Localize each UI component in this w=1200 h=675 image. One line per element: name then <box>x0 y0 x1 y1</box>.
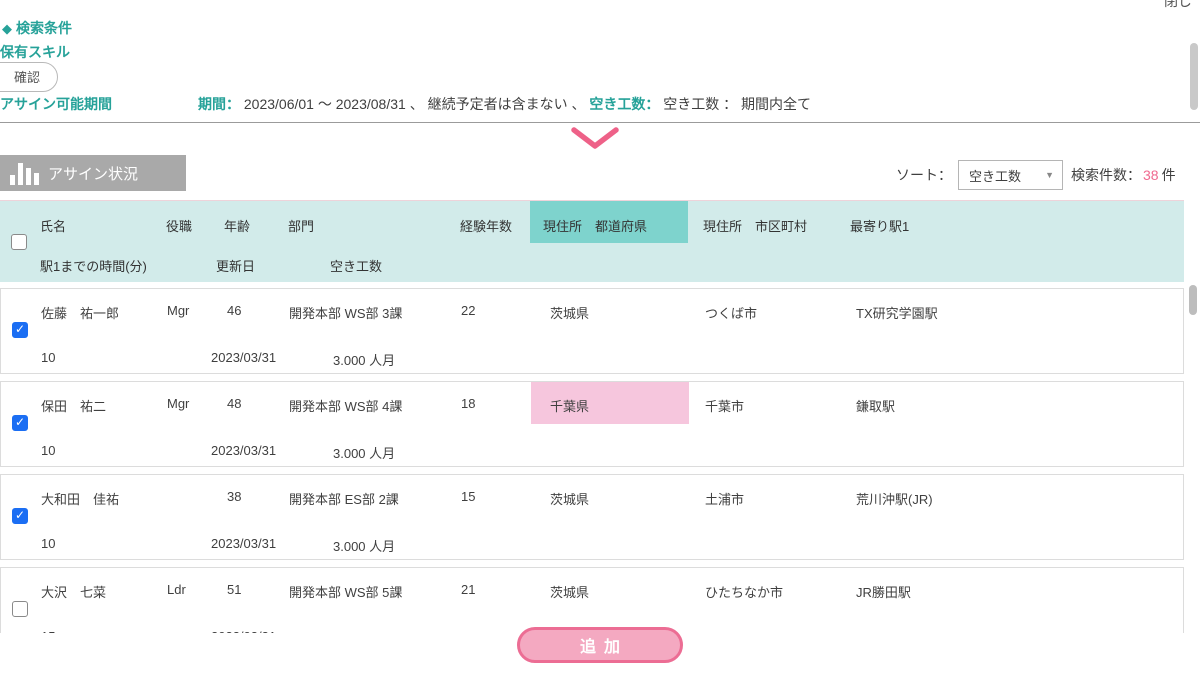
table-rows-viewport: 佐藤 祐一郎 Mgr 46 開発本部 WS部 3課 22 茨城県 つくば市 TX… <box>0 288 1200 633</box>
cell-capacity: 3.000 人月 <box>333 350 395 369</box>
cell-exp: 22 <box>461 303 475 318</box>
cell-capacity: 3.000 人月 <box>333 629 395 633</box>
cell-city: 土浦市 <box>705 489 744 508</box>
cell-age: 48 <box>227 396 241 411</box>
skill-label: 保有スキル <box>0 42 70 62</box>
row-checkbox[interactable] <box>12 601 28 617</box>
cell-role: Mgr <box>167 396 189 411</box>
cell-updated: 2023/03/31 <box>211 350 276 365</box>
assign-status-title: アサイン状況 <box>48 163 138 184</box>
cell-exp: 18 <box>461 396 475 411</box>
cell-exp: 21 <box>461 582 475 597</box>
page-scrollbar-thumb[interactable] <box>1190 43 1198 110</box>
cell-name: 大沢 七菜 <box>41 582 106 601</box>
sort-area: ソート： 空き工数 ▼ 検索件数： 38 件 <box>896 160 1176 190</box>
cell-station: TX研究学園駅 <box>856 303 938 322</box>
cell-name: 保田 祐二 <box>41 396 106 415</box>
cell-time: 10 <box>41 443 55 458</box>
search-conditions-label: 検索条件 <box>16 20 72 36</box>
cell-station: JR勝田駅 <box>856 582 911 601</box>
col-exp: 経験年数 <box>460 216 512 235</box>
cell-updated: 2023/03/31 <box>211 629 276 633</box>
bar-chart-icon <box>10 161 39 185</box>
col-pref: 現住所 都道府県 <box>543 216 647 235</box>
cell-city: つくば市 <box>705 303 757 322</box>
table-row[interactable]: 大和田 佳祐 38 開発本部 ES部 2課 15 茨城県 土浦市 荒川沖駅(JR… <box>0 474 1184 560</box>
add-button[interactable]: 追加 <box>517 627 683 663</box>
result-count-value: 38 <box>1143 167 1159 183</box>
select-all-checkbox[interactable] <box>11 234 27 250</box>
cell-name: 大和田 佳祐 <box>41 489 119 508</box>
row-checkbox[interactable] <box>12 508 28 524</box>
cell-dept: 開発本部 WS部 4課 <box>289 396 402 415</box>
cell-time: 10 <box>41 350 55 365</box>
col-capacity: 空き工数 <box>330 256 382 275</box>
cell-time: 10 <box>41 536 55 551</box>
diamond-icon: ◆ <box>2 21 12 36</box>
cell-updated: 2023/03/31 <box>211 536 276 551</box>
cell-updated: 2023/03/31 <box>211 443 276 458</box>
sort-selected-value: 空き工数 <box>969 166 1021 185</box>
cell-exp: 15 <box>461 489 475 504</box>
cell-dept: 開発本部 ES部 2課 <box>289 489 399 508</box>
search-conditions-title: ◆ 検索条件 <box>2 18 72 38</box>
capacity-value: 空き工数 ： 期間内全て <box>663 96 811 112</box>
cell-capacity: 3.000 人月 <box>333 536 395 555</box>
cell-pref: 茨城県 <box>550 303 589 322</box>
cell-city: ひたちなか市 <box>705 582 783 601</box>
cell-dept: 開発本部 WS部 5課 <box>289 582 402 601</box>
cell-name: 佐藤 祐一郎 <box>41 303 119 322</box>
col-updated: 更新日 <box>216 256 255 275</box>
period-label: 期間： <box>198 96 240 112</box>
caret-down-icon: ▼ <box>1045 170 1054 180</box>
col-time: 駅1までの時間(分) <box>40 256 147 275</box>
table-row[interactable]: 佐藤 祐一郎 Mgr 46 開発本部 WS部 3課 22 茨城県 つくば市 TX… <box>0 288 1184 374</box>
sort-label: ソート： <box>896 165 952 185</box>
cell-station: 鎌取駅 <box>856 396 895 415</box>
cell-age: 38 <box>227 489 241 504</box>
table-row[interactable]: 保田 祐二 Mgr 48 開発本部 WS部 4課 18 千葉県 千葉市 鎌取駅 … <box>0 381 1184 467</box>
cell-station: 荒川沖駅(JR) <box>856 489 933 508</box>
cell-capacity: 3.000 人月 <box>333 443 395 462</box>
sort-dropdown[interactable]: 空き工数 ▼ <box>958 160 1063 190</box>
row-checkbox[interactable] <box>12 415 28 431</box>
cell-pref: 茨城県 <box>550 489 589 508</box>
assign-period-label: アサイン可能期間 <box>0 94 112 114</box>
period-value: 2023/06/01 ～ 2023/08/31 、 継続予定者は含まない 、 <box>244 96 586 112</box>
cell-pref: 茨城県 <box>550 582 589 601</box>
cell-dept: 開発本部 WS部 3課 <box>289 303 402 322</box>
confirm-button[interactable]: 確認 <box>0 62 58 92</box>
cell-pref: 千葉県 <box>550 396 589 415</box>
cell-role: Ldr <box>167 582 186 597</box>
chevron-down-icon[interactable] <box>570 126 620 152</box>
cell-role: Mgr <box>167 303 189 318</box>
capacity-label: 空き工数： <box>589 96 659 112</box>
assign-status-badge: アサイン状況 <box>0 155 186 191</box>
col-city: 現住所 市区町村 <box>703 216 807 235</box>
divider-line <box>0 122 1200 123</box>
row-checkbox[interactable] <box>12 322 28 338</box>
result-count-unit: 件 <box>1162 165 1176 185</box>
col-name: 氏名 <box>40 216 66 235</box>
table-header: 氏名 役職 年齢 部門 経験年数 現住所 都道府県 現住所 市区町村 最寄り駅1… <box>0 200 1184 282</box>
table-row[interactable]: 大沢 七菜 Ldr 51 開発本部 WS部 5課 21 茨城県 ひたちなか市 J… <box>0 567 1184 633</box>
result-count-label: 検索件数： <box>1071 165 1141 185</box>
col-station: 最寄り駅1 <box>850 216 909 235</box>
cell-age: 46 <box>227 303 241 318</box>
corner-close-text[interactable]: 閉じ <box>1164 0 1192 8</box>
col-age: 年齢 <box>224 216 250 235</box>
col-role: 役職 <box>166 216 192 235</box>
col-dept: 部門 <box>288 216 314 235</box>
cell-city: 千葉市 <box>705 396 744 415</box>
cell-time: 15 <box>41 629 55 633</box>
cell-age: 51 <box>227 582 241 597</box>
